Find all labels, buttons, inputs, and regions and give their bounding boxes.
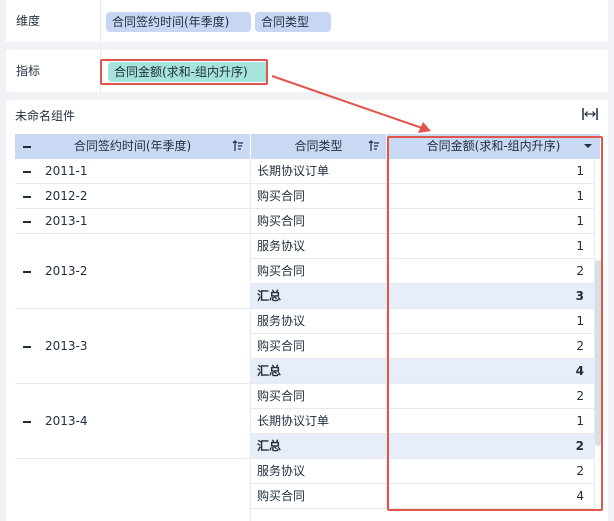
- dimension-pill-contract-type[interactable]: 合同类型: [255, 12, 331, 32]
- column-header-label: 合同签约时间(年季度): [73, 139, 192, 153]
- value-column-highlight: [387, 136, 603, 511]
- metric-row: 指标 合同金额(求和-组内升序): [6, 50, 608, 92]
- metric-pill-highlight: [100, 59, 268, 85]
- dimension-row: 维度 合同签约时间(年季度) 合同类型: [6, 0, 608, 42]
- period-cell: 2011-1: [15, 159, 251, 184]
- contract-type-cell: 服务协议: [251, 234, 387, 259]
- contract-type-text: 购买合同: [257, 389, 306, 403]
- period-label: 2012-2: [45, 188, 88, 203]
- period-cell: 2012-2: [15, 184, 251, 209]
- contract-type-text: 汇总: [257, 364, 282, 378]
- period-label: 2013-2: [45, 263, 88, 278]
- period-label: 2013-3: [45, 338, 88, 353]
- contract-type-text: 购买合同: [257, 339, 306, 353]
- contract-type-cell: 服务协议: [251, 309, 387, 334]
- column-header-label: 合同类型: [294, 139, 343, 153]
- period-label: 2013-1: [45, 213, 88, 228]
- contract-type-cell: 购买合同: [251, 334, 387, 359]
- metric-label: 指标: [16, 64, 41, 78]
- fit-width-icon[interactable]: [582, 107, 598, 121]
- contract-type-cell: 购买合同: [251, 384, 387, 409]
- contract-type-text: 购买合同: [257, 489, 306, 503]
- contract-type-cell: 长期协议订单: [251, 409, 387, 434]
- sort-icon[interactable]: [368, 140, 380, 152]
- column-header-2[interactable]: 合同类型: [251, 134, 387, 159]
- dimension-label: 维度: [16, 14, 41, 28]
- collapse-group-icon[interactable]: [23, 220, 31, 223]
- sort-icon[interactable]: [232, 140, 244, 152]
- dimension-pill-contract-time[interactable]: 合同签约时间(年季度): [106, 12, 251, 32]
- contract-type-cell: 购买合同: [251, 184, 387, 209]
- collapse-group-icon[interactable]: [23, 170, 31, 173]
- contract-type-text: 购买合同: [257, 189, 306, 203]
- contract-type-text: 汇总: [257, 439, 282, 453]
- period-cell: 2013-1: [15, 209, 251, 234]
- collapse-group-icon[interactable]: [23, 270, 31, 273]
- contract-type-cell: 服务协议: [251, 459, 387, 484]
- contract-type-text: 长期协议订单: [257, 164, 330, 178]
- column-header-1[interactable]: 合同签约时间(年季度): [15, 134, 251, 159]
- summary-row-label: 汇总: [251, 434, 387, 459]
- row-divider: [100, 0, 101, 42]
- contract-type-text: 购买合同: [257, 214, 306, 228]
- contract-type-text: 服务协议: [257, 239, 306, 253]
- summary-row-label: 汇总: [251, 359, 387, 384]
- contract-type-cell: 购买合同: [251, 209, 387, 234]
- collapse-group-icon[interactable]: [23, 345, 31, 348]
- collapse-group-icon[interactable]: [23, 420, 31, 423]
- contract-type-cell: 长期协议订单: [251, 159, 387, 184]
- contract-type-text: 购买合同: [257, 264, 306, 278]
- period-cell: 2013-3: [15, 309, 251, 384]
- contract-type-cell: 购买合同: [251, 259, 387, 284]
- contract-type-text: 长期协议订单: [257, 414, 330, 428]
- component-title: 未命名组件: [15, 109, 76, 123]
- contract-type-text: 服务协议: [257, 464, 306, 478]
- period-cell: 2013-4: [15, 384, 251, 459]
- collapse-group-icon[interactable]: [23, 195, 31, 198]
- contract-type-cell: 购买合同: [251, 484, 387, 509]
- period-cell: 2013-2: [15, 234, 251, 309]
- period-label: 2011-1: [45, 163, 88, 178]
- period-cell: [15, 459, 251, 521]
- summary-row-label: 汇总: [251, 284, 387, 309]
- period-label: 2013-4: [45, 413, 88, 428]
- contract-type-text: 汇总: [257, 289, 282, 303]
- contract-type-text: 服务协议: [257, 314, 306, 328]
